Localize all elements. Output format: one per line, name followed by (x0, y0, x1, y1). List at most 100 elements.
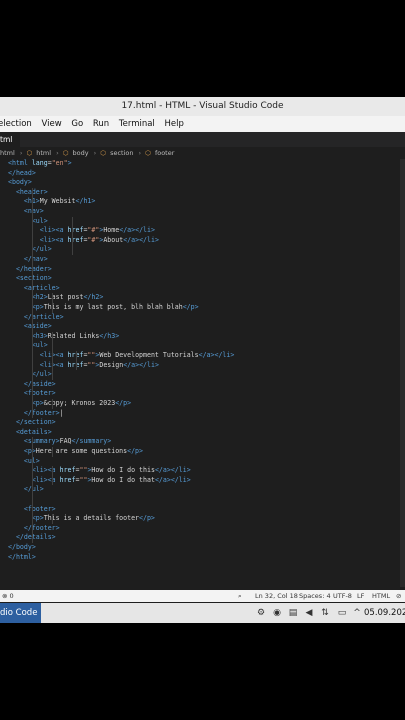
settings-icon[interactable]: ⚙ (255, 607, 267, 619)
code-line: </section> (16, 418, 56, 428)
code-token: </html> (8, 552, 36, 561)
code-token: href (67, 226, 84, 235)
code-token: > (67, 159, 72, 167)
chevron-up-icon[interactable]: ^ (351, 607, 363, 619)
code-line: <body> (8, 178, 32, 188)
status-eol[interactable]: LF (357, 590, 364, 602)
volume-icon[interactable]: ◀ (303, 607, 315, 619)
audio-icon[interactable]: ◉ (271, 607, 283, 619)
indent-guide (51, 466, 53, 486)
status-cursor-position[interactable]: Ln 32, Col 18 (255, 590, 298, 602)
indent-guide (51, 514, 53, 524)
zoom-icon[interactable]: ⌕ (238, 590, 242, 602)
code-line: </ul> (32, 245, 52, 255)
indent-guide (75, 351, 77, 371)
code-token: <details> (15, 427, 52, 436)
code-token: </summary> (71, 437, 112, 446)
code-token: <p> (31, 303, 44, 311)
code-token: <section> (15, 274, 52, 283)
code-line: <p>&copy; Kronos 2023</p> (32, 399, 131, 409)
code-token: </head> (8, 168, 36, 177)
code-line: </ul> (32, 370, 52, 380)
bell-icon[interactable]: ⊘ (396, 590, 401, 602)
network-icon[interactable]: ⇅ (319, 607, 331, 619)
cube-icon: ⬡ (62, 149, 69, 157)
code-token: <p> (23, 447, 36, 455)
code-line: <h3>Related Links</h3> (32, 332, 119, 342)
cube-icon: ⬡ (100, 149, 106, 157)
breadcrumb-file[interactable]: html (0, 149, 15, 157)
code-token: This is a details footer (43, 514, 140, 523)
indent-guide (31, 283, 33, 419)
taskbar-app-label: dio Code (0, 608, 38, 618)
taskbar: dio Code ⚙ ◉ ▤ ◀ ⇅ ▭ ^ 05.09.2024 (0, 603, 405, 623)
code-token: </a></li> (123, 235, 159, 244)
code-line: </ul> (24, 485, 44, 495)
code-line: <p>Here are some questions</p> (24, 447, 143, 457)
menu-selection[interactable]: election (0, 116, 32, 132)
breadcrumb-footer[interactable]: footer (155, 149, 174, 157)
code-token: </a></li> (154, 475, 191, 484)
taskbar-app-vscode[interactable]: dio Code (0, 603, 42, 623)
clipboard-icon[interactable]: ▤ (287, 607, 299, 619)
code-line: </article> (24, 313, 64, 323)
code-line: </nav> (24, 255, 48, 265)
code-token: "en" (51, 159, 68, 167)
code-line: <h1>My Websit</h1> (24, 197, 95, 207)
code-token: </section> (15, 418, 56, 427)
code-token: </ul> (31, 370, 52, 379)
code-editor[interactable]: <html lang="en"></head><body><header><h1… (0, 159, 400, 587)
code-line: <li><a href="">How do I do this</a></li> (32, 466, 191, 476)
window-title: 17.html - HTML - Visual Studio Code (121, 101, 284, 111)
breadcrumb-section[interactable]: section (110, 149, 133, 157)
editor-tab-bar: tml (0, 132, 405, 147)
code-token: <li><a (39, 226, 68, 235)
menu-help[interactable]: Help (165, 116, 184, 132)
status-indentation[interactable]: Spaces: 4 (299, 590, 331, 602)
editor-scrollbar[interactable] (400, 159, 405, 587)
menu-run[interactable]: Run (93, 116, 109, 132)
code-line: <ul> (32, 217, 48, 227)
chevron-right-icon: › (138, 149, 142, 157)
code-line: <p>This is a details footer</p> (32, 514, 155, 524)
monitor-icon[interactable]: ▭ (336, 607, 348, 619)
chevron-right-icon: › (93, 149, 97, 157)
status-encoding[interactable]: UTF-8 (333, 590, 352, 602)
code-line: <footer> (24, 505, 56, 515)
code-token: </p> (127, 447, 143, 455)
status-language[interactable]: HTML (372, 590, 390, 602)
breadcrumb-body[interactable]: body (73, 149, 89, 157)
code-line: </header> (16, 265, 52, 275)
code-line: <footer> (24, 389, 56, 399)
code-token: </a></li> (198, 351, 235, 359)
code-token: </p> (115, 399, 132, 407)
vscode-window: 17.html - HTML - Visual Studio Code elec… (0, 97, 405, 623)
code-token: | (59, 408, 64, 417)
code-token: Home (103, 226, 120, 235)
taskbar-clock: 05.09.2024 (364, 608, 405, 618)
code-line: <ul> (32, 341, 48, 351)
menu-view[interactable]: View (41, 116, 61, 132)
breadcrumb-html[interactable]: html (36, 149, 51, 157)
code-token: </footer> (23, 523, 60, 532)
code-line: </body> (8, 543, 36, 553)
code-token: lang (31, 159, 48, 167)
code-token: </header> (15, 264, 52, 273)
code-token: Last post (47, 293, 84, 302)
code-line: <li><a href="#">Home</a></li> (40, 226, 155, 236)
code-token: FAQ (59, 437, 72, 446)
code-token: <ul> (31, 341, 48, 350)
code-token: &copy; Kronos 2023 (43, 399, 116, 407)
editor-tab[interactable]: tml (0, 132, 21, 147)
status-problems[interactable]: ⊗ 0 (2, 590, 14, 602)
code-token: <article> (23, 283, 60, 292)
code-token: "#" (87, 226, 100, 235)
menu-go[interactable]: Go (71, 116, 83, 132)
code-token: </details> (15, 533, 56, 542)
code-token: <li><a (31, 475, 60, 484)
menu-terminal[interactable]: Terminal (119, 116, 155, 132)
code-token: <li><a (39, 235, 68, 244)
indent-guide (51, 293, 53, 313)
code-token: </nav> (23, 255, 48, 263)
code-token: </footer> (23, 408, 60, 417)
